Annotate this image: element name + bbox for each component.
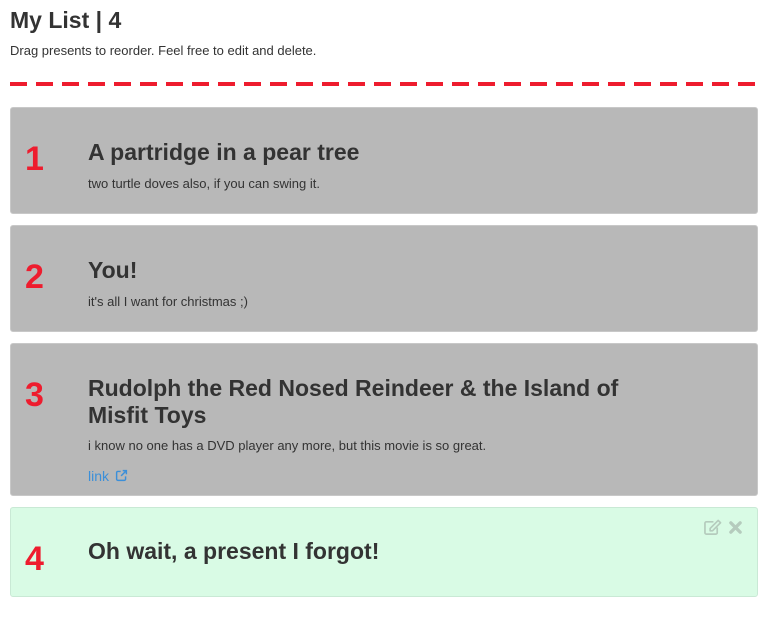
page-title: My List | 4 — [10, 7, 122, 33]
item-link[interactable]: link — [88, 468, 128, 484]
edit-icon[interactable] — [703, 519, 722, 536]
item-description: i know no one has a DVD player any more,… — [88, 438, 487, 453]
item-link-label: link — [88, 468, 110, 484]
item-number: 2 — [25, 258, 44, 296]
item-number: 1 — [25, 140, 44, 178]
page: My List | 4 Drag presents to reorder. Fe… — [0, 0, 778, 617]
list-item[interactable]: 2 You! it's all I want for christmas ;) — [10, 225, 758, 332]
close-icon[interactable] — [728, 520, 743, 535]
list-item[interactable]: 1 A partridge in a pear tree two turtle … — [10, 107, 758, 214]
list-item[interactable]: 3 Rudolph the Red Nosed Reindeer & the I… — [10, 343, 758, 496]
item-title: A partridge in a pear tree — [88, 139, 360, 165]
item-number: 3 — [25, 376, 44, 414]
item-description: it's all I want for christmas ;) — [88, 294, 248, 309]
item-title: Rudolph the Red Nosed Reindeer & the Isl… — [88, 375, 619, 428]
item-number: 4 — [25, 540, 44, 578]
external-link-icon — [113, 468, 128, 484]
list-item[interactable]: 4 Oh wait, a present I forgot! — [10, 507, 758, 597]
item-actions — [703, 519, 743, 536]
item-title: Oh wait, a present I forgot! — [88, 538, 380, 564]
dashed-divider — [10, 82, 762, 86]
item-description: two turtle doves also, if you can swing … — [88, 176, 320, 191]
item-title: You! — [88, 257, 138, 283]
page-subtitle: Drag presents to reorder. Feel free to e… — [10, 43, 317, 58]
